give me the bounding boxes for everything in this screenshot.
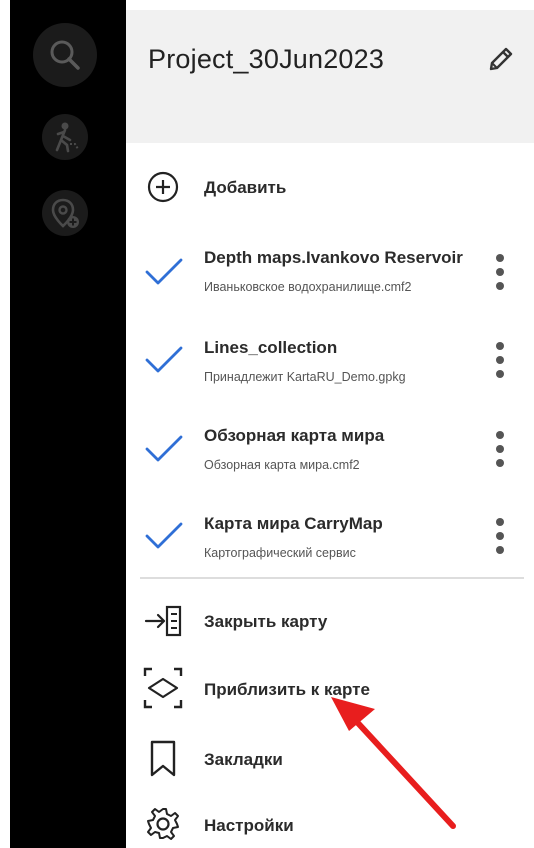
add-location-button[interactable]	[42, 190, 88, 236]
search-icon	[50, 40, 80, 70]
pencil-icon	[489, 47, 513, 71]
hiker-icon	[55, 122, 79, 153]
bookmarks-label: Закладки	[204, 750, 283, 769]
layer-title: Обзорная карта мира	[204, 426, 385, 445]
layer-title: Карта мира CarryMap	[204, 514, 383, 533]
settings-icon	[145, 806, 181, 847]
layer-item[interactable]: Depth maps.Ivankovo Reservoir Иваньковск…	[126, 240, 534, 310]
more-options-icon[interactable]	[490, 254, 510, 300]
settings-button[interactable]: Настройки	[126, 802, 534, 848]
map-background	[10, 0, 126, 848]
add-label: Добавить	[204, 178, 287, 197]
track-button[interactable]	[42, 114, 88, 160]
layer-item[interactable]: Обзорная карта мира Обзорная карта мира.…	[126, 417, 534, 487]
layer-title: Depth maps.Ivankovo Reservoir	[204, 248, 463, 267]
search-button[interactable]	[33, 23, 97, 87]
side-drawer: Project_30Jun2023 Добавить Depth maps.Iv…	[126, 10, 534, 848]
zoom-to-map-label: Приблизить к карте	[204, 680, 370, 699]
add-circle-icon	[146, 170, 180, 209]
more-options-icon[interactable]	[490, 431, 510, 477]
more-options-icon[interactable]	[490, 342, 510, 388]
left-margin	[0, 0, 10, 848]
more-options-icon[interactable]	[490, 518, 510, 564]
check-icon[interactable]	[144, 346, 184, 381]
layer-item[interactable]: Lines_collection Принадлежит KartaRU_Dem…	[126, 328, 534, 398]
drawer-header: Project_30Jun2023	[126, 10, 534, 143]
bookmark-icon	[148, 740, 178, 783]
location-add-icon	[51, 198, 79, 228]
close-map-button[interactable]: Закрыть карту	[126, 596, 534, 646]
divider	[140, 577, 524, 579]
add-layer-button[interactable]: Добавить	[126, 162, 534, 212]
bookmarks-button[interactable]: Закладки	[126, 734, 534, 784]
layer-subtitle: Иваньковское водохранилище.cmf2	[204, 280, 412, 294]
close-map-icon	[144, 604, 184, 643]
layer-item[interactable]: Карта мира CarryMap Картографический сер…	[126, 504, 534, 574]
check-icon[interactable]	[144, 435, 184, 470]
zoom-to-map-icon	[142, 666, 184, 715]
layer-subtitle: Картографический сервис	[204, 546, 356, 560]
settings-label: Настройки	[204, 816, 294, 835]
check-icon[interactable]	[144, 522, 184, 557]
edit-project-button[interactable]	[482, 40, 518, 76]
project-title: Project_30Jun2023	[148, 44, 385, 74]
layer-subtitle: Обзорная карта мира.cmf2	[204, 458, 360, 472]
layer-title: Lines_collection	[204, 338, 338, 357]
check-icon[interactable]	[144, 258, 184, 293]
layer-subtitle: Принадлежит KartaRU_Demo.gpkg	[204, 370, 406, 384]
close-map-label: Закрыть карту	[204, 612, 328, 631]
zoom-to-map-button[interactable]: Приблизить к карте	[126, 660, 534, 716]
